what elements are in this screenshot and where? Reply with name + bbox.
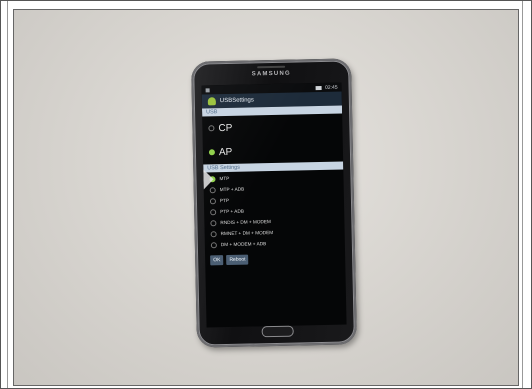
list-item-label: PTP xyxy=(219,197,230,204)
list-item-label: MTP + ADB xyxy=(219,186,245,193)
radio-ptp-adb[interactable] xyxy=(210,208,217,215)
phone-screen: 02:45 USBSettings USB CP AP USB Settings xyxy=(201,82,347,328)
notification-icon xyxy=(205,87,210,92)
option-ap[interactable]: AP xyxy=(203,138,343,165)
photo: SAMSUNG 02:45 USBSettings USB CP AP USB … xyxy=(13,9,519,386)
option-cp[interactable]: CP xyxy=(202,114,342,141)
battery-icon xyxy=(316,85,323,90)
list-item-label: PTP + ADB xyxy=(220,208,244,215)
left-border xyxy=(1,1,8,388)
radio-cp[interactable] xyxy=(208,125,215,132)
status-right: 02:45 xyxy=(316,84,338,90)
phone: SAMSUNG 02:45 USBSettings USB CP AP USB … xyxy=(191,58,357,348)
ok-button[interactable]: OK xyxy=(210,255,224,266)
list-item-label: RNDIS + DM + MODEM xyxy=(220,219,271,226)
option-cp-label: CP xyxy=(218,122,233,134)
list-item[interactable]: DM + MODEM + ADB xyxy=(205,237,345,251)
list-item-label: MTP xyxy=(219,175,230,182)
right-border xyxy=(522,1,531,388)
option-ap-label: AP xyxy=(218,146,233,158)
reboot-button[interactable]: Reboot xyxy=(226,254,249,266)
list-item-label: RMNET + DM + MODEM xyxy=(220,230,274,237)
radio-ap[interactable] xyxy=(208,149,215,156)
radio-rndis-dm-modem[interactable] xyxy=(210,219,217,226)
usb-options-list: MTP MTP + ADB PTP PTP + ADB RNDIS + DM +… xyxy=(203,170,345,251)
button-row: OK Reboot xyxy=(210,253,345,266)
radio-rmnet-dm-modem[interactable] xyxy=(210,230,217,237)
image-frame: SAMSUNG 02:45 USBSettings USB CP AP USB … xyxy=(0,0,532,389)
list-item-label: DM + MODEM + ADB xyxy=(220,241,267,248)
radio-dm-modem-adb[interactable] xyxy=(210,241,217,248)
radio-ptp[interactable] xyxy=(209,197,217,204)
home-button xyxy=(261,325,294,338)
app-title: USBSettings xyxy=(219,97,254,105)
android-icon xyxy=(207,97,216,106)
status-time: 02:45 xyxy=(325,84,338,91)
light-reflection xyxy=(203,169,214,190)
